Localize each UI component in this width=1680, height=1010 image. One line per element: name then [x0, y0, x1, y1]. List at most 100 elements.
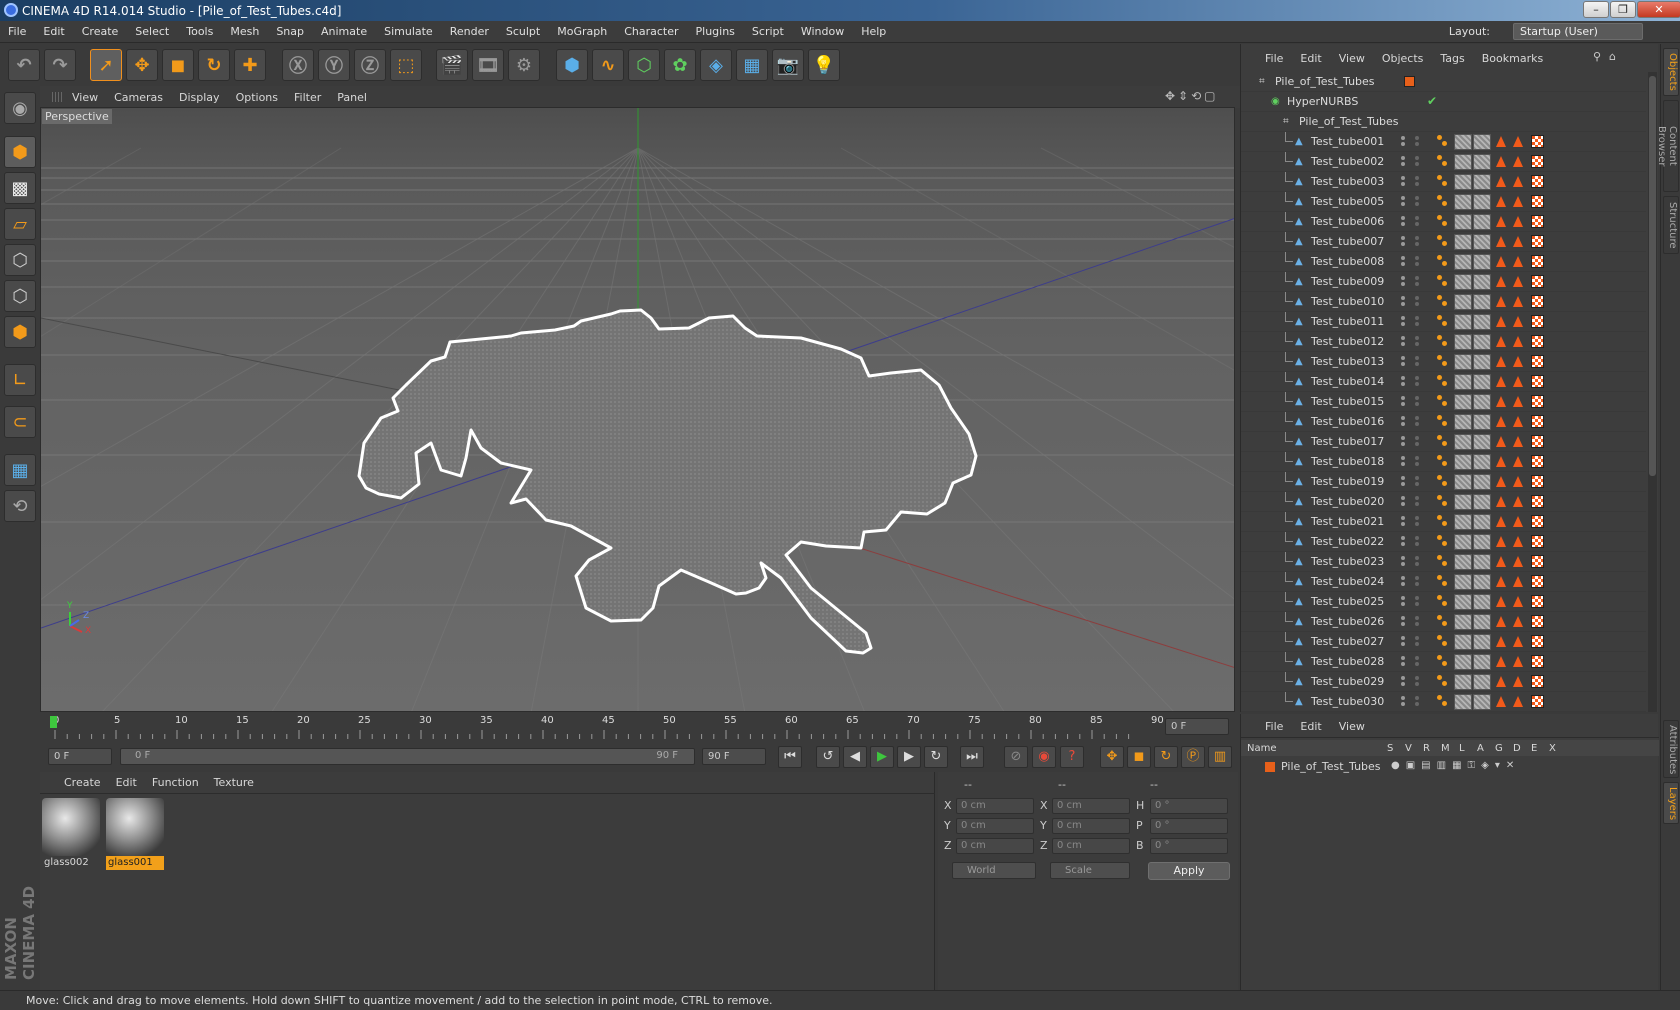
render-tag-icon[interactable] — [1513, 136, 1523, 147]
uvw-tag-icon[interactable] — [1531, 455, 1544, 468]
visibility-dots[interactable] — [1401, 536, 1419, 548]
visibility-dots[interactable] — [1401, 696, 1419, 708]
texture-tag-icon[interactable] — [1473, 334, 1491, 350]
object-search-icon[interactable]: ⚲ — [1593, 50, 1601, 63]
visibility-dots[interactable] — [1401, 616, 1419, 628]
uvw-tag-icon[interactable] — [1531, 695, 1544, 708]
render-tag-icon[interactable] — [1513, 376, 1523, 387]
close-button[interactable]: ✕ — [1637, 1, 1680, 18]
phong-tag-icon[interactable] — [1437, 455, 1449, 469]
uvw-tag-icon[interactable] — [1531, 335, 1544, 348]
3d-viewport[interactable]: Perspective Y Z X — [40, 107, 1235, 712]
texture-tag-icon[interactable] — [1454, 374, 1472, 390]
previous-frame-icon[interactable]: ◀ — [843, 746, 867, 768]
object-scrollbar[interactable] — [1648, 72, 1657, 712]
play-forward-icon[interactable]: ▶ — [870, 746, 894, 768]
render-tag-icon[interactable] — [1513, 436, 1523, 447]
layer-col-d[interactable]: D — [1513, 743, 1521, 754]
texture-tag-icon[interactable] — [1454, 154, 1472, 170]
texture-tag-icon[interactable] — [1454, 414, 1472, 430]
phong-tag-icon[interactable] — [1437, 475, 1449, 489]
render-tag-icon[interactable] — [1513, 396, 1523, 407]
uvw-tag-icon[interactable] — [1531, 135, 1544, 148]
uvw-tag-icon[interactable] — [1531, 555, 1544, 568]
material-menu-texture[interactable]: Texture — [214, 776, 254, 789]
phong-tag-icon[interactable] — [1437, 315, 1449, 329]
nurbs-icon[interactable]: ⬡ — [628, 49, 660, 81]
light-icon[interactable]: 💡 — [808, 49, 840, 81]
render-tag-icon[interactable] — [1496, 376, 1506, 387]
minimize-button[interactable]: – — [1583, 1, 1609, 18]
phong-tag-icon[interactable] — [1437, 575, 1449, 589]
visibility-dots[interactable] — [1401, 496, 1419, 508]
visibility-dots[interactable] — [1401, 356, 1419, 368]
texture-tag-icon[interactable] — [1473, 394, 1491, 410]
mograph-cloner-icon[interactable]: ✿ — [664, 49, 696, 81]
render-tag-icon[interactable] — [1513, 516, 1523, 527]
autokey-icon[interactable]: ◉ — [1032, 746, 1056, 768]
visibility-dots[interactable] — [1401, 596, 1419, 608]
object-row-test-tube[interactable]: ▲ Test_tube008 — [1241, 252, 1646, 272]
rotate-icon[interactable]: ↻ — [198, 49, 230, 81]
texture-tag-icon[interactable] — [1454, 214, 1472, 230]
texture-tag-icon[interactable] — [1454, 494, 1472, 510]
menu-file[interactable]: File — [8, 25, 26, 38]
render-tag-icon[interactable] — [1513, 636, 1523, 647]
render-tag-icon[interactable] — [1513, 456, 1523, 467]
visibility-dots[interactable] — [1401, 136, 1419, 148]
undo-icon[interactable]: ↶ — [8, 49, 40, 81]
visibility-dots[interactable] — [1401, 256, 1419, 268]
phong-tag-icon[interactable] — [1437, 355, 1449, 369]
texture-tag-icon[interactable] — [1454, 694, 1472, 710]
position-z-field[interactable]: 0 cm — [956, 838, 1034, 854]
render-tag-icon[interactable] — [1513, 256, 1523, 267]
menu-render[interactable]: Render — [450, 25, 489, 38]
object-home-icon[interactable]: ⌂ — [1609, 50, 1616, 63]
object-row-test-tube[interactable]: ▲ Test_tube026 — [1241, 612, 1646, 632]
texture-tag-icon[interactable] — [1473, 554, 1491, 570]
render-tag-icon[interactable] — [1496, 176, 1506, 187]
uvw-tag-icon[interactable] — [1531, 495, 1544, 508]
menu-help[interactable]: Help — [861, 25, 886, 38]
record-keys-icon[interactable]: ⊘ — [1004, 746, 1028, 768]
uvw-tag-icon[interactable] — [1531, 255, 1544, 268]
phong-tag-icon[interactable] — [1437, 295, 1449, 309]
texture-tag-icon[interactable] — [1473, 534, 1491, 550]
menu-mograph[interactable]: MoGraph — [557, 25, 607, 38]
menu-plugins[interactable]: Plugins — [696, 25, 735, 38]
uvw-tag-icon[interactable] — [1531, 635, 1544, 648]
scale-icon[interactable]: ◼ — [162, 49, 194, 81]
viewport-menu-options[interactable]: Options — [236, 91, 278, 104]
render-tag-icon[interactable] — [1496, 516, 1506, 527]
texture-tag-icon[interactable] — [1454, 554, 1472, 570]
layout-dropdown[interactable]: Startup (User) — [1513, 23, 1643, 40]
uvw-tag-icon[interactable] — [1531, 355, 1544, 368]
select-arrow-icon[interactable]: ➚ — [90, 49, 122, 81]
layer-col-e[interactable]: E — [1531, 743, 1537, 754]
texture-tag-icon[interactable] — [1473, 174, 1491, 190]
render-tag-icon[interactable] — [1496, 276, 1506, 287]
phong-tag-icon[interactable] — [1437, 255, 1449, 269]
render-tag-icon[interactable] — [1496, 396, 1506, 407]
layer-col-x[interactable]: X — [1549, 743, 1556, 754]
render-tag-icon[interactable] — [1496, 636, 1506, 647]
menu-create[interactable]: Create — [82, 25, 119, 38]
render-tag-icon[interactable] — [1496, 416, 1506, 427]
object-row-test-tube[interactable]: ▲ Test_tube022 — [1241, 532, 1646, 552]
phong-tag-icon[interactable] — [1437, 375, 1449, 389]
render-tag-icon[interactable] — [1513, 656, 1523, 667]
uvw-tag-icon[interactable] — [1531, 235, 1544, 248]
render-tag-icon[interactable] — [1513, 176, 1523, 187]
phong-tag-icon[interactable] — [1437, 435, 1449, 449]
visibility-dots[interactable] — [1401, 376, 1419, 388]
workplane-mode-icon[interactable]: ▱ — [4, 208, 36, 240]
texture-tag-icon[interactable] — [1473, 594, 1491, 610]
render-settings-icon[interactable]: ⚙ — [508, 49, 540, 81]
layer-col-r[interactable]: R — [1423, 743, 1430, 754]
axis-mode-icon[interactable]: ∟ — [4, 364, 36, 396]
deformer-icon[interactable]: ◈ — [700, 49, 732, 81]
render-tag-icon[interactable] — [1496, 256, 1506, 267]
visibility-dots[interactable] — [1401, 156, 1419, 168]
object-row-test-tube[interactable]: ▲ Test_tube024 — [1241, 572, 1646, 592]
key-scale-icon[interactable]: ◼ — [1127, 746, 1151, 768]
